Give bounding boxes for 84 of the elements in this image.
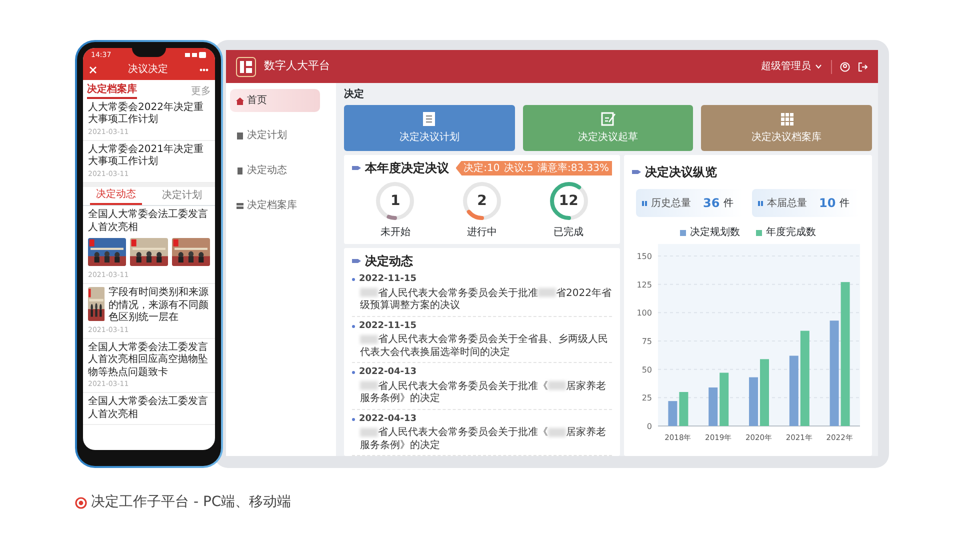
user-icon[interactable] <box>840 62 850 72</box>
edit-icon <box>600 111 616 127</box>
news-title[interactable]: 全国人大常委会法工委发言人首次亮相 <box>88 209 210 234</box>
decision-text[interactable]: 省人民代表大会常务委员会关于全省县、乡两级人民代表大会代表换届选举时间的决定 <box>360 334 612 359</box>
more-icon[interactable] <box>199 68 209 72</box>
close-icon[interactable] <box>89 66 97 74</box>
sidebar-item[interactable]: 首页 <box>230 89 320 112</box>
status-icons <box>185 52 207 58</box>
tab[interactable]: 决定计划 <box>156 186 208 205</box>
news-title[interactable]: 字段有时间类别和来源的情况，来源有不同颜色区别统一层在 <box>108 287 210 324</box>
screen-title: 决议决定 <box>128 64 168 76</box>
sidebar-item[interactable]: 决定档案库 <box>230 194 320 217</box>
target-icon <box>75 496 87 508</box>
bar <box>760 359 769 426</box>
caret-icon <box>815 64 822 69</box>
camera-notch <box>132 48 166 57</box>
ring-value: 12 <box>558 192 580 211</box>
tag-text: 满意率:83.33% <box>538 162 609 174</box>
archive-title[interactable]: 人大常委会2021年决定重大事项工作计划 <box>88 144 210 168</box>
date: 2022-04-13 <box>359 412 417 426</box>
decision-text[interactable]: 省人民代表大会常务委员会关于批准 省2022年省级预算调整方案的决议 <box>360 288 612 312</box>
tab[interactable]: 决定动态 <box>90 186 142 205</box>
page-title: 决定 <box>344 87 365 102</box>
stat-label: 本届总量 <box>767 196 807 210</box>
legend-label: 年度完成数 <box>766 226 816 240</box>
date: 2022-11-15 <box>359 320 417 332</box>
logout-icon[interactable] <box>858 62 868 72</box>
caption-text: 决定工作子平台 - PC端、移动端 <box>91 493 292 512</box>
axis-label: 0 <box>646 422 652 431</box>
axis-label: 25 <box>642 394 652 403</box>
user-menu[interactable]: 超级管理员 <box>760 58 823 75</box>
module-tile[interactable]: 决定决议计划 <box>344 105 515 151</box>
date: 2022-11-15 <box>359 273 417 286</box>
legend-swatch <box>756 230 762 236</box>
progress-ring <box>548 181 589 221</box>
decision-text[interactable]: 省人民代表大会常务委员会关于批准《 居家养老服务条例》的决定 <box>360 380 612 406</box>
bar <box>679 392 688 426</box>
logo-icon <box>236 56 256 76</box>
ring-label: 已完成 <box>554 226 584 240</box>
legend-label: 决定规划数 <box>690 226 740 240</box>
sidebar-item[interactable]: 决定动态 <box>230 159 320 182</box>
decision-text[interactable]: 省人民代表大会常务委员会关于批准《 居家养老服务条例》的决定 <box>360 427 612 452</box>
progress-ring <box>375 181 416 221</box>
card-title: 决定动态 <box>365 253 413 270</box>
axis-label: 150 <box>636 252 652 261</box>
ring-label: 进行中 <box>466 226 497 240</box>
sidebar-item[interactable]: 决定计划 <box>230 124 320 147</box>
stat-value: 36 <box>703 195 720 212</box>
document-icon <box>236 166 244 174</box>
legend-swatch <box>680 230 686 236</box>
tag-text: 决议:5 <box>504 162 534 174</box>
ring-label: 未开始 <box>380 226 410 240</box>
stat-unit: 件 <box>724 196 734 210</box>
archive-title[interactable]: 人大常委会2022年决定重大事项工作计划 <box>88 102 210 126</box>
bar <box>720 372 729 426</box>
news-title[interactable]: 全国人大常委会法工委发言人首次亮相 <box>88 396 210 421</box>
bar <box>668 401 678 426</box>
bar <box>749 377 758 426</box>
list-icon <box>421 111 438 127</box>
news-title[interactable]: 全国人大常委会法工委发言人首次亮相回应高空抛物坠物等热点问题致卡 <box>88 342 210 379</box>
section-title: 决定档案库 <box>87 84 137 98</box>
ring-value: 1 <box>389 192 402 211</box>
stat-unit: 件 <box>840 196 850 210</box>
bullet-icon <box>352 418 355 421</box>
axis-label: 100 <box>636 308 652 318</box>
card-title: 本年度决定决议 <box>365 160 449 177</box>
bullet-icon <box>352 278 355 282</box>
bullet-icon <box>352 371 355 374</box>
progress-ring <box>462 181 502 221</box>
bullet-icon <box>352 324 355 328</box>
stat-value: 10 <box>819 195 836 212</box>
home-icon <box>236 96 244 104</box>
axis-label: 125 <box>636 280 652 290</box>
stat-label: 历史总量 <box>651 196 691 210</box>
bar <box>708 387 718 426</box>
axis-label: 50 <box>642 365 652 374</box>
axis-label: 75 <box>642 337 652 346</box>
app-title: 数字人大平台 <box>264 58 330 74</box>
document-icon <box>236 132 244 140</box>
grid-icon <box>778 111 795 127</box>
date: 2022-04-13 <box>359 366 417 379</box>
ring-value: 2 <box>476 192 488 211</box>
tag-text: 决定:10 <box>464 162 500 174</box>
card-title: 决定决议纵览 <box>645 164 717 181</box>
